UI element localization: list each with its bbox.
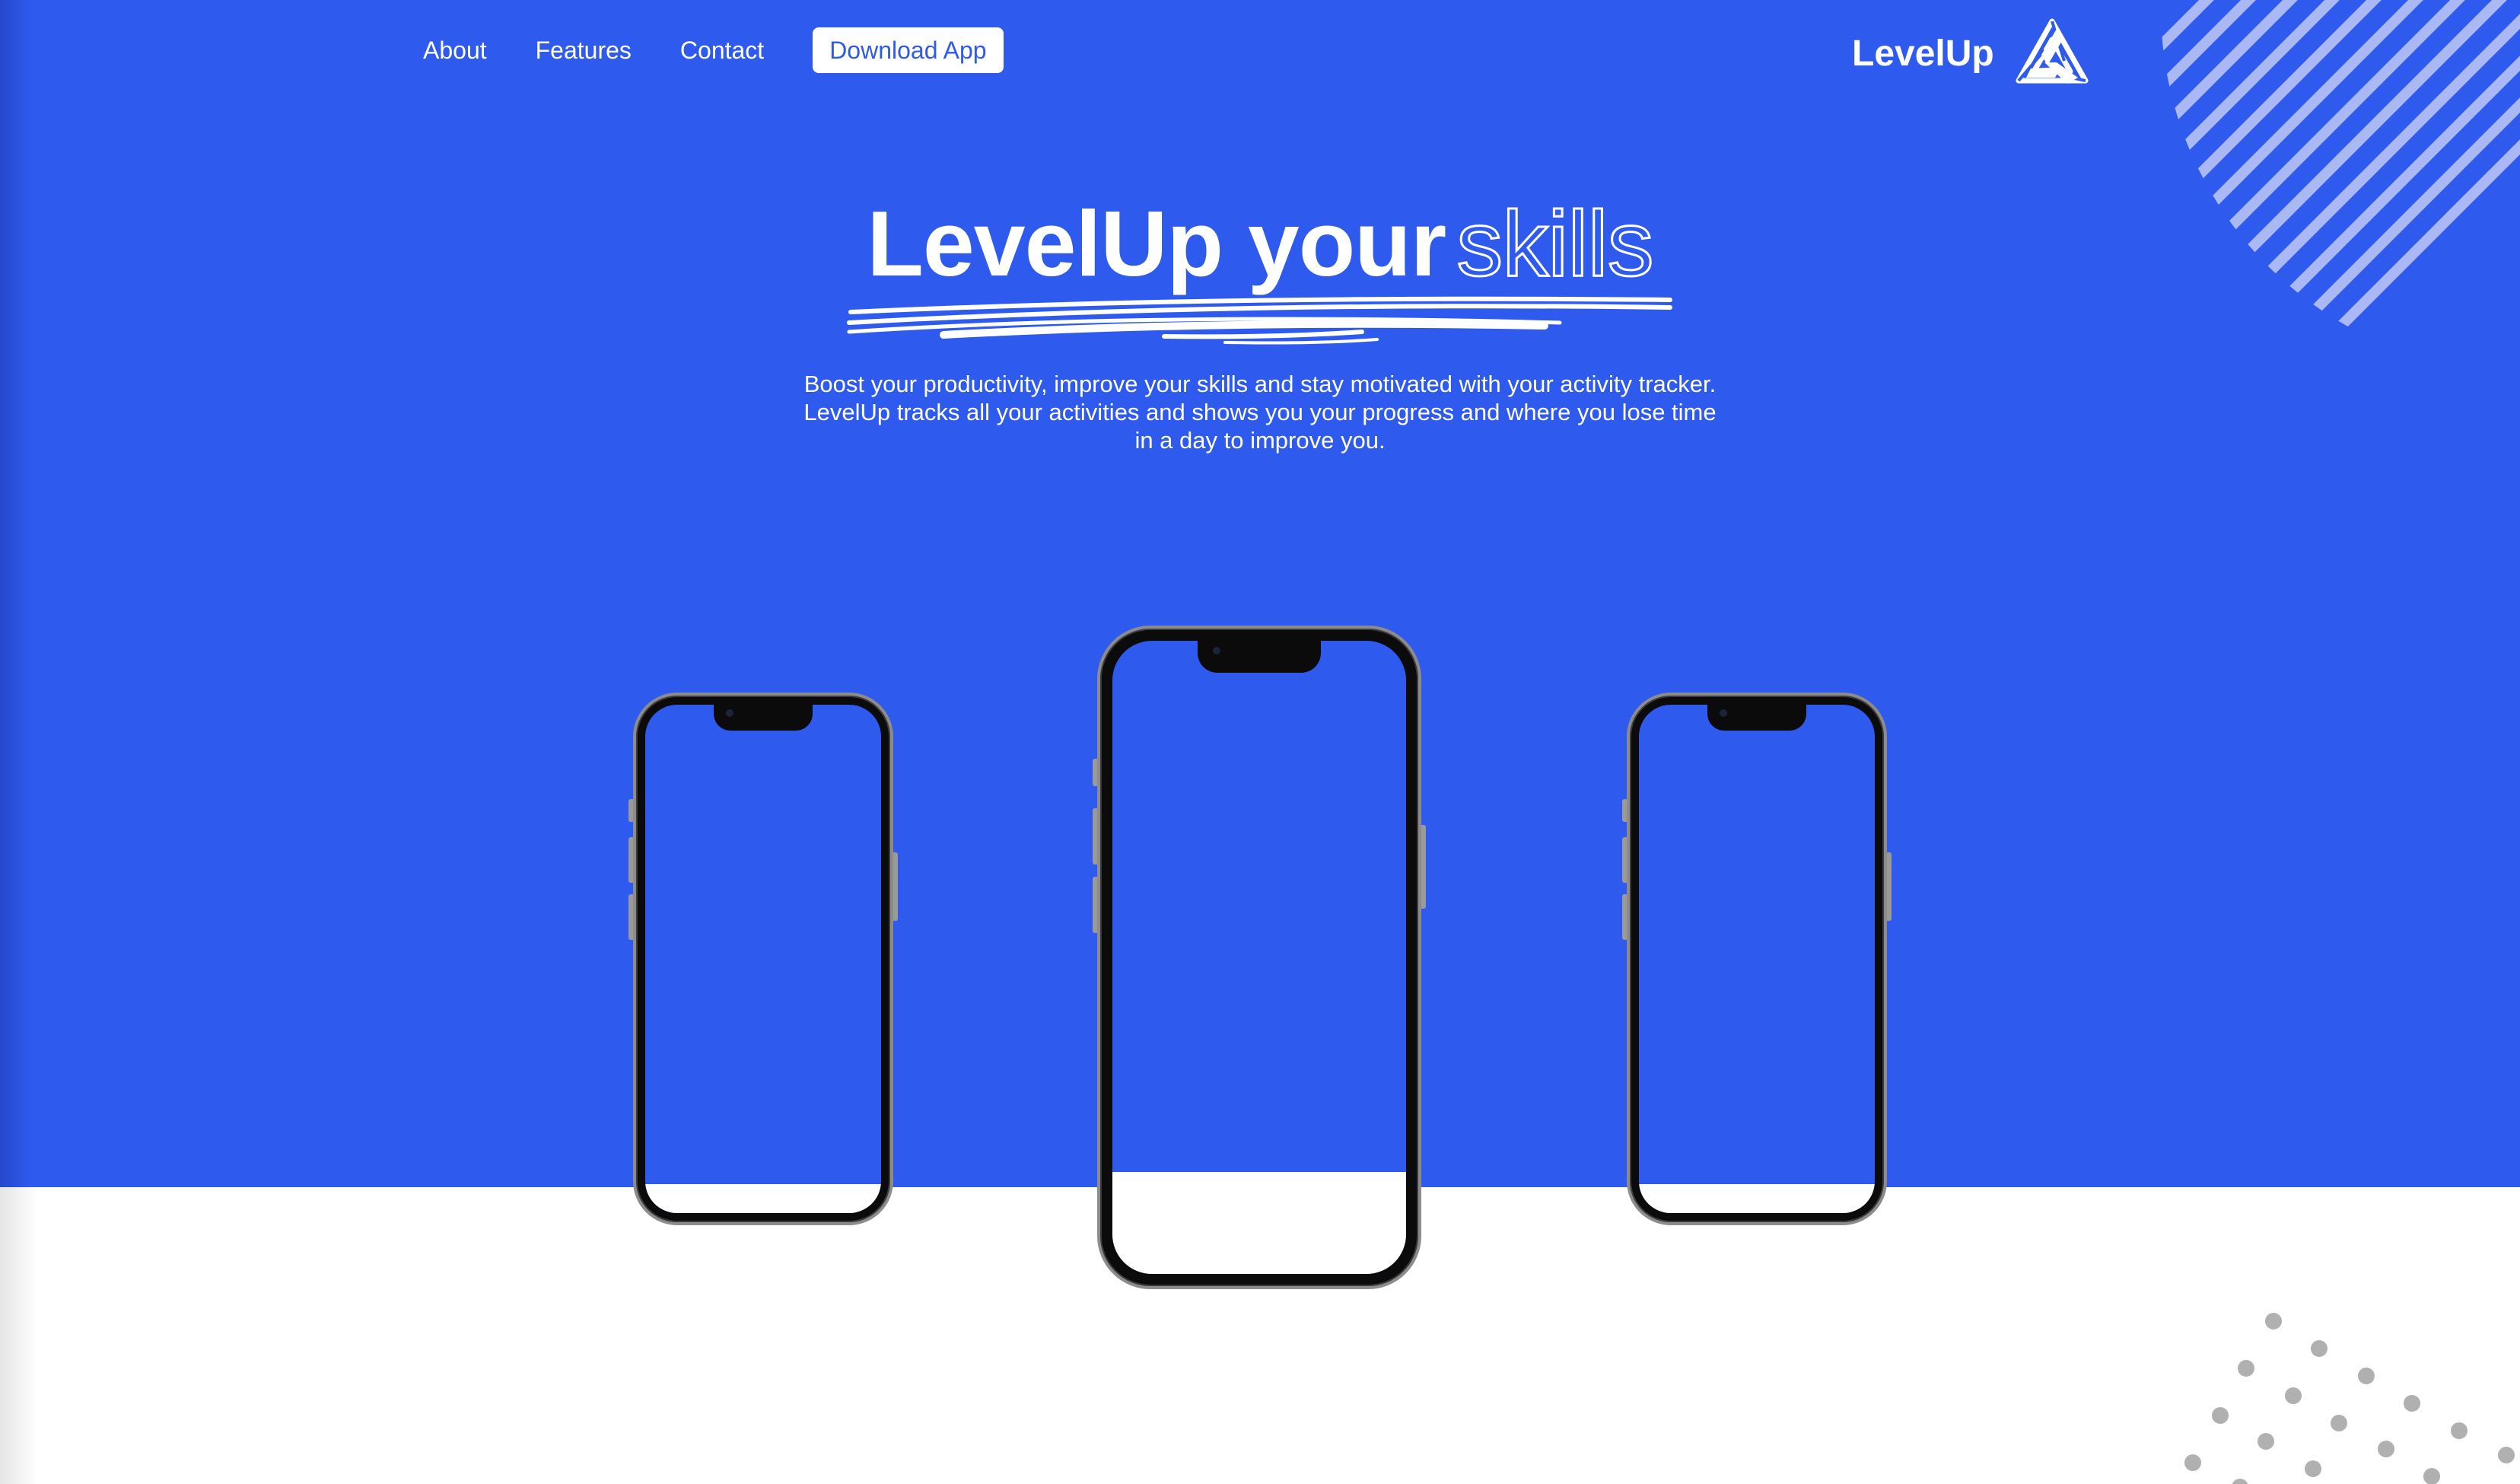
phone-screen bbox=[645, 705, 881, 1213]
hero-headline: LevelUp your skills bbox=[0, 190, 2520, 297]
headline-solid: LevelUp your bbox=[867, 192, 1446, 295]
phone-mockup-right bbox=[1622, 693, 1892, 1225]
nav-link-contact[interactable]: Contact bbox=[680, 37, 764, 65]
camera-icon bbox=[1720, 709, 1727, 717]
phone-screen bbox=[1112, 641, 1406, 1274]
nav-link-about[interactable]: About bbox=[423, 37, 487, 65]
phone-notch bbox=[1198, 641, 1321, 673]
hero-subtitle: Boost your productivity, improve your sk… bbox=[773, 370, 1747, 454]
headline-outline: skills bbox=[1456, 191, 1655, 297]
dots-pattern-decoration bbox=[2184, 1313, 2515, 1484]
bottom-left-shadow bbox=[0, 1187, 38, 1484]
subtitle-line: LevelUp tracks all your activities and s… bbox=[803, 399, 1717, 425]
brand-name: LevelUp bbox=[1852, 33, 1994, 74]
phone-screen bbox=[1639, 705, 1875, 1213]
triangle-knot-logo-icon bbox=[2016, 18, 2089, 84]
nav-link-features[interactable]: Features bbox=[536, 37, 632, 65]
brand[interactable]: LevelUp bbox=[1852, 17, 2090, 90]
main-nav: About Features Contact Download App bbox=[423, 27, 1004, 73]
camera-icon bbox=[726, 709, 733, 717]
subtitle-line: in a day to improve you. bbox=[1134, 427, 1386, 454]
landing-page: About Features Contact Download App Leve… bbox=[0, 0, 2520, 1484]
scribble-underline-decoration bbox=[847, 296, 1672, 345]
phone-mockup-left bbox=[628, 693, 898, 1225]
phone-mockup-center bbox=[1093, 626, 1426, 1289]
hero-left-shadow bbox=[0, 0, 30, 1187]
download-app-button[interactable]: Download App bbox=[813, 27, 1004, 73]
camera-icon bbox=[1213, 647, 1220, 654]
subtitle-line: Boost your productivity, improve your sk… bbox=[803, 371, 1717, 397]
